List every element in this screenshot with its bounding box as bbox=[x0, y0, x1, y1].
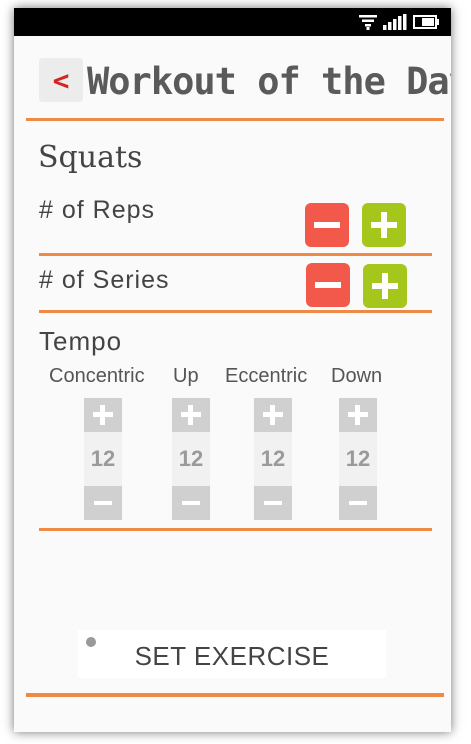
minus-icon bbox=[349, 501, 367, 505]
series-label: # of Series bbox=[39, 266, 170, 294]
up-value: 12 bbox=[172, 432, 210, 486]
tempo-label-down: Down bbox=[331, 365, 383, 387]
down-decrement-button[interactable] bbox=[339, 486, 377, 520]
concentric-increment-button[interactable] bbox=[84, 398, 122, 432]
back-arrow-icon: < bbox=[52, 63, 70, 97]
eccentric-decrement-button[interactable] bbox=[254, 486, 292, 520]
status-icons bbox=[359, 13, 439, 31]
header-divider bbox=[26, 118, 444, 121]
app-screen: < Workout of the Day Squats # of Reps # … bbox=[14, 8, 451, 732]
page-title: Workout of the Day bbox=[87, 60, 451, 103]
tempo-stepper-eccentric: 12 bbox=[254, 398, 292, 520]
series-decrement-button[interactable] bbox=[306, 263, 350, 307]
tempo-divider bbox=[39, 528, 432, 531]
touch-indicator bbox=[86, 637, 96, 647]
tempo-label-concentric: Concentric bbox=[49, 365, 145, 387]
series-divider bbox=[39, 310, 432, 313]
minus-icon bbox=[315, 282, 341, 288]
concentric-decrement-button[interactable] bbox=[84, 486, 122, 520]
down-increment-button[interactable] bbox=[339, 398, 377, 432]
minus-icon bbox=[264, 501, 282, 505]
minus-icon bbox=[314, 222, 340, 228]
battery-icon bbox=[413, 15, 439, 29]
up-increment-button[interactable] bbox=[172, 398, 210, 432]
tempo-label-eccentric: Eccentric bbox=[225, 365, 308, 387]
minus-icon bbox=[94, 501, 112, 505]
tempo-stepper-down: 12 bbox=[339, 398, 377, 520]
back-button[interactable]: < bbox=[39, 58, 83, 102]
reps-decrement-button[interactable] bbox=[305, 203, 349, 247]
tempo-stepper-concentric: 12 bbox=[84, 398, 122, 520]
reps-divider bbox=[39, 253, 432, 256]
set-exercise-button[interactable]: SET EXERCISE bbox=[78, 630, 386, 678]
wifi-icon bbox=[359, 15, 377, 30]
exercise-name: Squats bbox=[38, 140, 143, 175]
tempo-label-up: Up bbox=[173, 365, 199, 387]
concentric-value: 12 bbox=[84, 432, 122, 486]
minus-icon bbox=[182, 501, 200, 505]
eccentric-increment-button[interactable] bbox=[254, 398, 292, 432]
tempo-title: Tempo bbox=[39, 326, 123, 356]
signal-icon bbox=[383, 14, 407, 30]
up-decrement-button[interactable] bbox=[172, 486, 210, 520]
reps-label: # of Reps bbox=[39, 196, 156, 224]
status-bar bbox=[14, 8, 451, 36]
reps-increment-button[interactable] bbox=[362, 203, 406, 247]
down-value: 12 bbox=[339, 432, 377, 486]
tempo-stepper-up: 12 bbox=[172, 398, 210, 520]
eccentric-value: 12 bbox=[254, 432, 292, 486]
footer-divider bbox=[26, 693, 444, 697]
series-increment-button[interactable] bbox=[363, 264, 407, 308]
